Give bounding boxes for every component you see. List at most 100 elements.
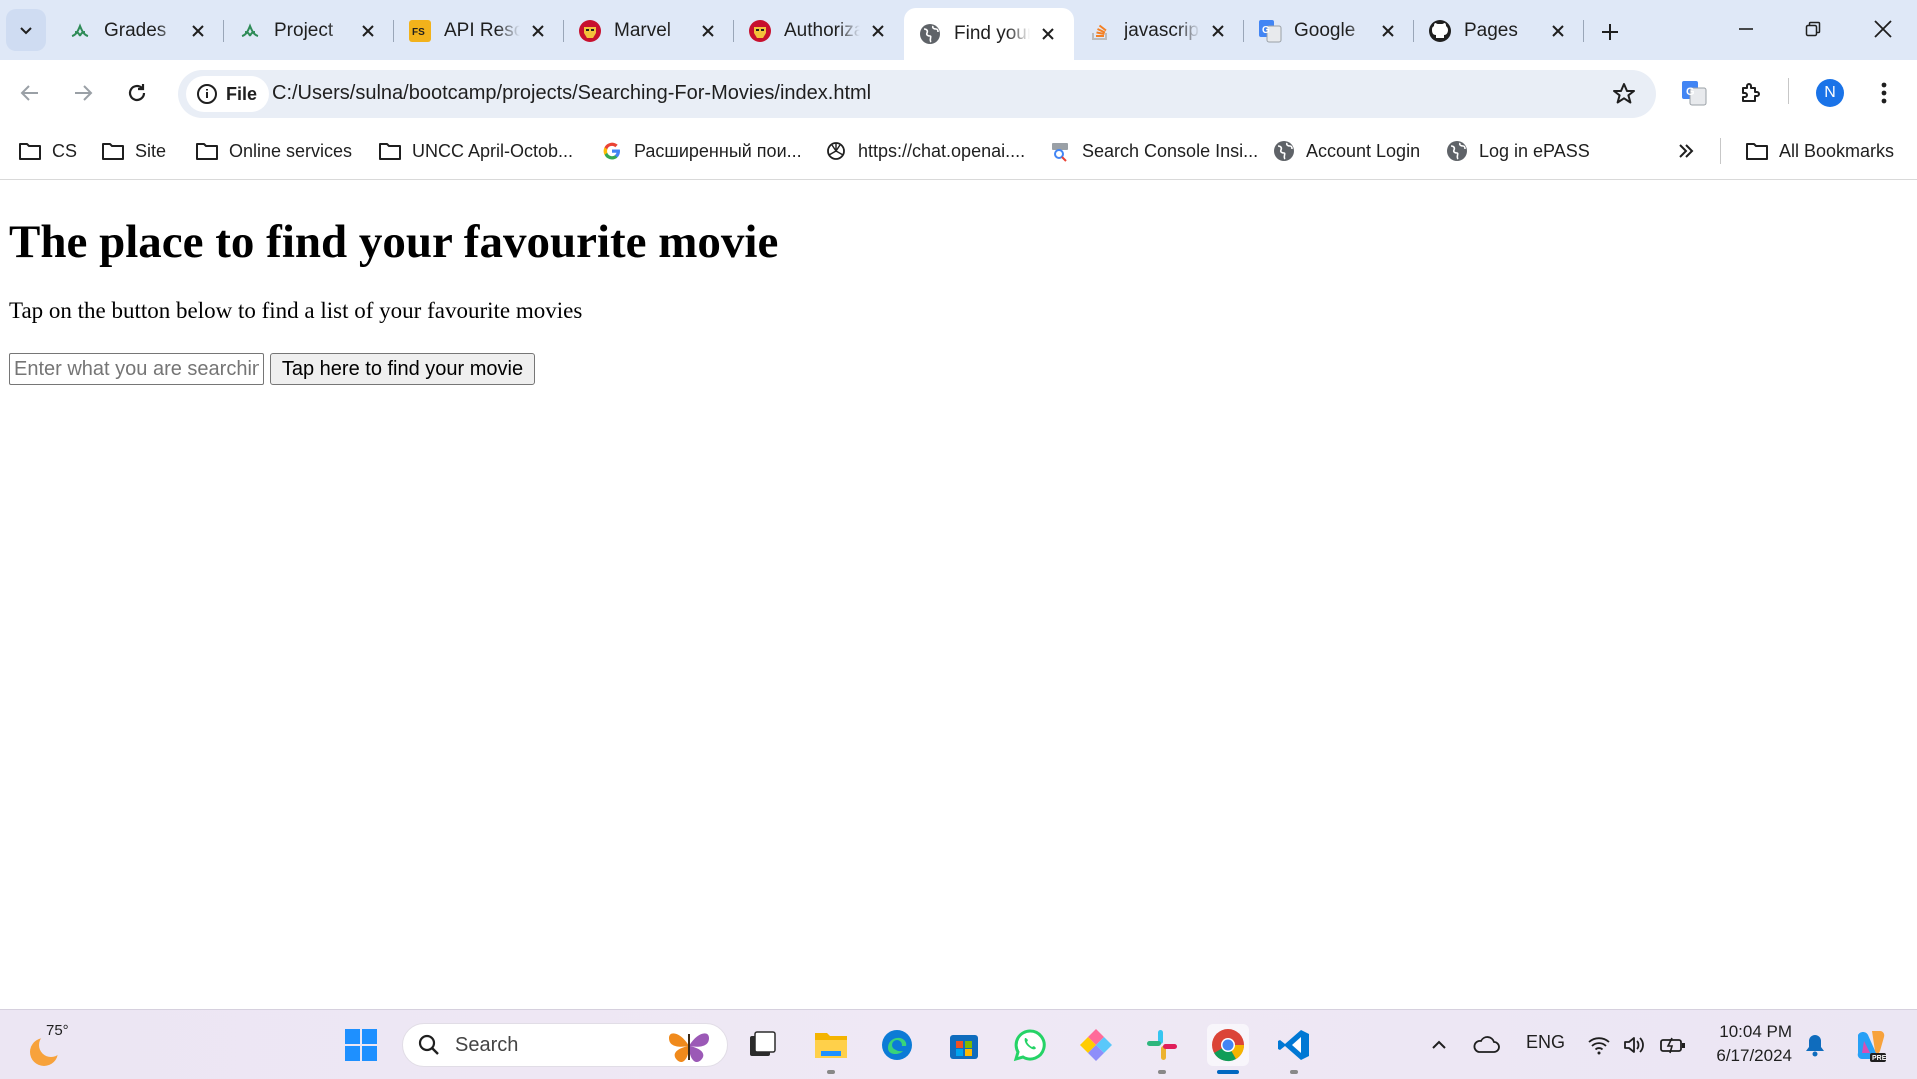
show-hidden-icons-button[interactable] bbox=[1418, 1024, 1460, 1066]
address-bar[interactable]: File C:/Users/sulna/bootcamp/projects/Se… bbox=[178, 70, 1656, 118]
bookmark-label: Log in ePASS bbox=[1479, 140, 1590, 161]
onedrive-button[interactable] bbox=[1465, 1024, 1507, 1066]
bookmark-search-console[interactable]: Search Console Insi... bbox=[1048, 136, 1258, 166]
close-icon[interactable] bbox=[186, 19, 210, 43]
page-title: The place to find your favourite movie bbox=[9, 216, 779, 268]
taskbar-search[interactable]: Search bbox=[402, 1023, 728, 1067]
bookmark-label: All Bookmarks bbox=[1779, 140, 1895, 161]
tab-authorization[interactable]: Authorization bbox=[734, 8, 904, 54]
tab-google[interactable]: G Google bbox=[1244, 8, 1414, 54]
minimize-button[interactable] bbox=[1718, 8, 1774, 50]
tab-api-resources[interactable]: FS API Resources bbox=[394, 8, 564, 54]
new-tab-button[interactable] bbox=[1592, 14, 1628, 50]
wifi-icon bbox=[1588, 1037, 1610, 1055]
system-clock[interactable]: 10:04 PM 6/17/2024 bbox=[1702, 1020, 1792, 1068]
tab-marvel[interactable]: Marvel bbox=[564, 8, 734, 54]
extensions-button[interactable] bbox=[1731, 73, 1771, 113]
site-info-chip[interactable]: File bbox=[186, 76, 270, 112]
reload-button[interactable] bbox=[117, 73, 157, 113]
arrow-right-icon bbox=[75, 85, 93, 101]
bookmarks-bar: CS Site Online services UNCC April-Octob… bbox=[0, 126, 1917, 180]
bookmark-star-button[interactable] bbox=[1610, 80, 1638, 108]
bookmarks-divider bbox=[1720, 138, 1721, 164]
tab-title: Google bbox=[1294, 20, 1356, 41]
time-label: 10:04 PM bbox=[1719, 1022, 1792, 1041]
weather-widget[interactable]: 75° bbox=[24, 1022, 84, 1068]
movie-search-input[interactable] bbox=[9, 353, 264, 385]
close-icon[interactable] bbox=[1036, 22, 1060, 46]
bookmark-epass[interactable]: Log in ePASS bbox=[1445, 136, 1590, 166]
menu-button[interactable] bbox=[1864, 73, 1904, 113]
windows-icon bbox=[345, 1029, 377, 1061]
store-icon bbox=[950, 1035, 978, 1059]
close-icon[interactable] bbox=[1376, 19, 1400, 43]
edge-button[interactable] bbox=[876, 1024, 918, 1066]
language-indicator[interactable]: ENG bbox=[1526, 1032, 1565, 1053]
profile-button[interactable]: N bbox=[1810, 73, 1850, 113]
puzzle-icon bbox=[1742, 83, 1760, 102]
bookmark-site[interactable]: Site bbox=[101, 136, 166, 166]
close-icon[interactable] bbox=[356, 19, 380, 43]
slack-button[interactable] bbox=[1141, 1024, 1183, 1074]
tab-title: Pages bbox=[1464, 20, 1518, 41]
folder-icon bbox=[378, 139, 402, 163]
restore-button[interactable] bbox=[1785, 8, 1841, 50]
close-icon[interactable] bbox=[1206, 19, 1230, 43]
tab-title: Project bbox=[274, 20, 334, 41]
close-icon[interactable] bbox=[1546, 19, 1570, 43]
avatar: N bbox=[1816, 79, 1844, 107]
volume-button[interactable] bbox=[1614, 1024, 1656, 1066]
battery-button[interactable] bbox=[1652, 1024, 1694, 1066]
close-window-button[interactable] bbox=[1855, 8, 1911, 50]
start-button[interactable] bbox=[340, 1024, 382, 1066]
bookmarks-overflow-button[interactable] bbox=[1674, 136, 1708, 166]
speaker-icon bbox=[1624, 1037, 1644, 1053]
diamond-app-icon bbox=[1080, 1029, 1112, 1061]
plus-icon bbox=[1602, 24, 1618, 40]
url-text[interactable]: C:/Users/sulna/bootcamp/projects/Searchi… bbox=[272, 82, 871, 105]
bookmark-uncc[interactable]: UNCC April-Octob... bbox=[378, 136, 573, 166]
restore-icon bbox=[1805, 21, 1821, 37]
find-movie-button[interactable]: Tap here to find your movie bbox=[270, 353, 535, 385]
tab-javascript[interactable]: javascript bbox=[1074, 8, 1244, 54]
close-icon[interactable] bbox=[526, 19, 550, 43]
vscode-icon bbox=[1278, 1030, 1309, 1060]
close-icon[interactable] bbox=[696, 19, 720, 43]
cloud-icon bbox=[1473, 1036, 1500, 1053]
bookmark-chatgpt[interactable]: https://chat.openai.... bbox=[824, 136, 1025, 166]
svg-text:G: G bbox=[1686, 86, 1695, 98]
store-button[interactable] bbox=[943, 1024, 985, 1066]
translate-extension-button[interactable]: G bbox=[1674, 73, 1714, 113]
copilot-button[interactable]: PRE bbox=[1849, 1024, 1891, 1066]
bookmark-google-advanced[interactable]: Расширенный пои... bbox=[600, 136, 802, 166]
tab-list: Grades Project FS API Resources Marvel A… bbox=[54, 8, 1584, 60]
file-explorer-button[interactable] bbox=[810, 1024, 852, 1074]
tab-pages[interactable]: Pages bbox=[1414, 8, 1584, 54]
stackoverflow-icon bbox=[1088, 19, 1112, 43]
bookmark-account-login[interactable]: Account Login bbox=[1272, 136, 1420, 166]
vscode-button[interactable] bbox=[1273, 1024, 1315, 1074]
bookmark-cs[interactable]: CS bbox=[18, 136, 77, 166]
tab-search-button[interactable] bbox=[6, 9, 46, 51]
close-icon[interactable] bbox=[866, 19, 890, 43]
whatsapp-button[interactable] bbox=[1009, 1024, 1051, 1066]
running-indicator bbox=[1290, 1070, 1298, 1074]
all-bookmarks-button[interactable]: All Bookmarks bbox=[1745, 136, 1894, 166]
back-button[interactable] bbox=[10, 73, 50, 113]
ironman-icon bbox=[578, 19, 602, 43]
page-content: The place to find your favourite movie T… bbox=[0, 181, 1917, 1009]
tab-grades[interactable]: Grades bbox=[54, 8, 224, 54]
task-view-button[interactable] bbox=[741, 1024, 783, 1066]
toolbar-divider bbox=[1788, 78, 1789, 104]
more-vertical-icon bbox=[1881, 82, 1887, 104]
chrome-icon bbox=[1212, 1029, 1245, 1062]
forward-button[interactable] bbox=[63, 73, 103, 113]
git-app-button[interactable] bbox=[1075, 1024, 1117, 1066]
arrow-left-icon bbox=[20, 85, 38, 101]
folder-icon bbox=[1745, 139, 1769, 163]
bookmark-online-services[interactable]: Online services bbox=[195, 136, 352, 166]
chrome-button[interactable] bbox=[1207, 1024, 1249, 1074]
notifications-button[interactable] bbox=[1794, 1024, 1836, 1066]
tab-project[interactable]: Project bbox=[224, 8, 394, 54]
tab-find-your-movie[interactable]: Find your bbox=[904, 8, 1074, 60]
